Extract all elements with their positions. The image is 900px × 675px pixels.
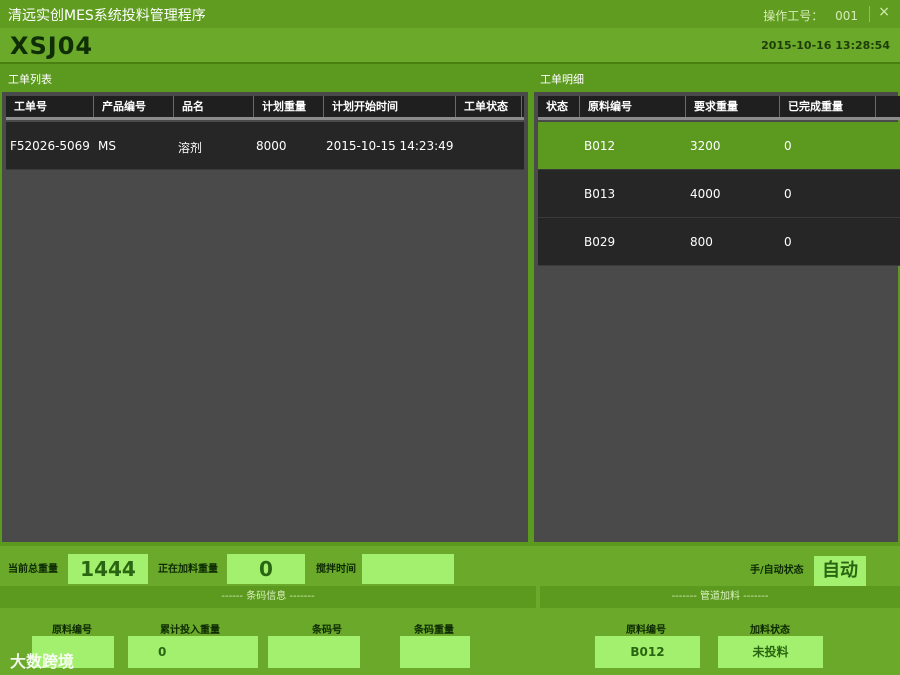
- table-row[interactable]: B012 3200 0: [538, 122, 900, 170]
- col-plan-weight[interactable]: 计划重量: [254, 96, 324, 117]
- total-weight-label: 当前总重量: [8, 564, 58, 575]
- app-title: 清远实创MES系统投料管理程序: [8, 8, 206, 24]
- cell-material-no: B029: [584, 235, 616, 249]
- barcode-no-label: 条码号: [312, 625, 342, 636]
- table-row[interactable]: F52026-5069 MS 溶剂 8000 2015-10-15 14:23:…: [6, 122, 524, 170]
- table-row[interactable]: B013 4000 0: [538, 170, 900, 218]
- work-order-list-title: 工单列表: [2, 68, 528, 92]
- cell-product-name: 溶剂: [178, 141, 203, 155]
- work-order-list-panel: 工单列表 工单号 产品编号 品名 计划重量 计划开始时间 工单状态 F52026…: [0, 66, 530, 544]
- work-order-detail-title: 工单明细: [534, 68, 898, 92]
- work-order-detail-panel: 工单明细 状态 原料编号 要求重量 已完成重量 B012 3200 0 B013…: [532, 66, 900, 544]
- station-id: XSJ04: [10, 32, 94, 60]
- barcode-section-title: ------ 条码信息 -------: [0, 586, 536, 608]
- stir-time-value: [362, 554, 454, 584]
- operator-number: 操作工号： 001: [763, 7, 858, 24]
- pipeline-state-value: 未投料: [718, 636, 823, 668]
- table-row[interactable]: B029 800 0: [538, 218, 900, 266]
- station-header: XSJ04 2015-10-16 13:28:54: [0, 28, 900, 64]
- col-required-weight[interactable]: 要求重量: [686, 96, 780, 117]
- cumulative-weight-label: 累计投入重量: [160, 625, 220, 636]
- adding-weight-label: 正在加料重量: [158, 564, 218, 575]
- cell-plan-weight: 8000: [256, 139, 287, 153]
- pipeline-state-label: 加料状态: [750, 625, 790, 636]
- col-product-name[interactable]: 品名: [174, 96, 254, 117]
- pipeline-section-title: ------- 管道加料 -------: [540, 586, 900, 608]
- col-product-no[interactable]: 产品编号: [94, 96, 174, 117]
- cell-plan-start: 2015-10-15 14:23:49: [326, 139, 454, 153]
- col-material-no[interactable]: 原料编号: [580, 96, 686, 117]
- cell-product-no: MS: [98, 139, 116, 153]
- watermark: 大数跨境: [10, 652, 75, 671]
- cell-order-no: F52026-5069: [10, 139, 90, 153]
- pipeline-material-no-label: 原料编号: [626, 625, 666, 636]
- col-status[interactable]: 状态: [538, 96, 580, 117]
- cell-completed-weight: 0: [784, 187, 792, 201]
- adding-weight-value: 0: [227, 554, 305, 584]
- cell-completed-weight: 0: [784, 235, 792, 249]
- cell-required-weight: 4000: [690, 187, 721, 201]
- stir-time-label: 搅拌时间: [316, 564, 356, 575]
- status-area: 当前总重量 1444 正在加料重量 0 搅拌时间 手/自动状态 自动 -----…: [0, 546, 900, 675]
- mode-label: 手/自动状态: [750, 565, 804, 576]
- cell-required-weight: 800: [690, 235, 713, 249]
- col-plan-start[interactable]: 计划开始时间: [324, 96, 456, 117]
- work-order-detail-header: 状态 原料编号 要求重量 已完成重量: [538, 96, 900, 120]
- barcode-weight-label: 条码重量: [414, 625, 454, 636]
- title-bar: 清远实创MES系统投料管理程序 操作工号： 001 ×: [0, 0, 900, 28]
- col-order-no[interactable]: 工单号: [6, 96, 94, 117]
- pipeline-material-no-value: B012: [595, 636, 700, 668]
- col-order-status[interactable]: 工单状态: [456, 96, 522, 117]
- operator-value: 001: [835, 9, 858, 23]
- cell-material-no: B012: [584, 139, 616, 153]
- barcode-material-no-label: 原料编号: [52, 625, 92, 636]
- close-icon[interactable]: ×: [878, 4, 890, 20]
- cell-required-weight: 3200: [690, 139, 721, 153]
- cumulative-weight-value: 0: [128, 636, 258, 668]
- operator-label: 操作工号：: [763, 9, 824, 23]
- mode-value[interactable]: 自动: [814, 556, 866, 586]
- barcode-no-input[interactable]: [268, 636, 360, 668]
- title-separator: [869, 6, 870, 22]
- cell-completed-weight: 0: [784, 139, 792, 153]
- cell-material-no: B013: [584, 187, 616, 201]
- work-order-list-header: 工单号 产品编号 品名 计划重量 计划开始时间 工单状态: [6, 96, 524, 120]
- col-completed-weight[interactable]: 已完成重量: [780, 96, 876, 117]
- barcode-weight-value: [400, 636, 470, 668]
- current-datetime: 2015-10-16 13:28:54: [761, 39, 890, 52]
- total-weight-value: 1444: [68, 554, 148, 584]
